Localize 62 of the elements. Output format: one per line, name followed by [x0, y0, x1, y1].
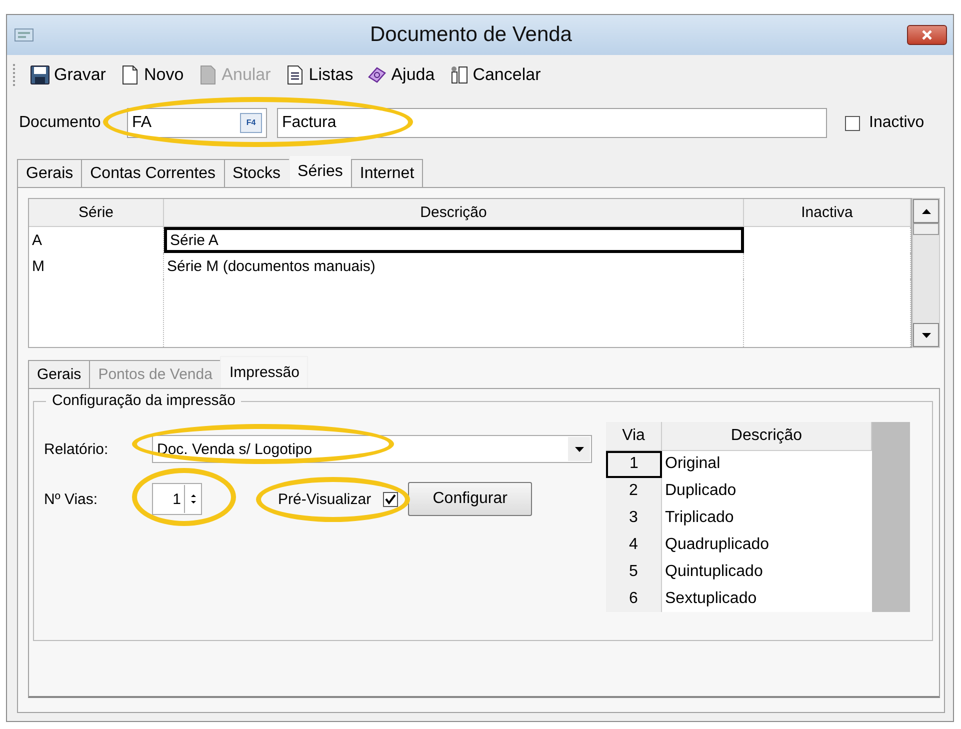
toolbar-button[interactable]: Listas: [282, 65, 356, 85]
tab[interactable]: Gerais: [17, 159, 82, 187]
table-cell: 3: [606, 504, 662, 532]
input-field[interactable]: FA F4: [127, 108, 267, 138]
down-arrow-icon: [922, 332, 930, 338]
column-header: Inactiva: [744, 199, 911, 227]
dropdown-arrow-button[interactable]: [568, 437, 590, 461]
table-cell: Série M (documentos manuais): [164, 253, 744, 279]
table-cell: 1: [606, 450, 662, 478]
toolbar-button[interactable]: Cancelar: [446, 65, 543, 85]
scroll-thumb[interactable]: [913, 223, 939, 235]
table-cell-text: Triplicado: [664, 508, 735, 528]
group-title: Configuração da impressão: [46, 392, 242, 409]
table-cell-text: Original: [664, 454, 722, 474]
configure-button[interactable]: Configurar: [408, 482, 532, 516]
toolbar-button[interactable]: Ajuda: [365, 65, 437, 85]
table-cell-text: Quadruplicado: [664, 534, 770, 555]
scrollbar[interactable]: [912, 198, 940, 348]
app-icon: [13, 26, 35, 44]
table-cell: 5: [606, 558, 662, 586]
tab[interactable]: Gerais: [28, 360, 90, 388]
blank-page-icon: [120, 65, 140, 85]
field-label: Relatório:: [44, 440, 110, 458]
input-field[interactable]: Factura: [277, 108, 827, 138]
scroll-down-button[interactable]: [913, 323, 939, 347]
tab[interactable]: Internet: [350, 159, 424, 187]
checkbox-label: Pré-Visualizar: [278, 490, 372, 508]
spin-arrows-icon: [190, 493, 196, 505]
table-cell-text: Duplicado: [664, 481, 738, 502]
down-arrow-icon: [574, 446, 584, 452]
field-label: Nº Vias:: [44, 490, 99, 508]
tab[interactable]: Impressão: [220, 356, 308, 388]
spin-box[interactable]: 1: [152, 483, 202, 515]
table-cell: 4: [606, 531, 662, 558]
table-cell: M: [29, 253, 164, 279]
tab[interactable]: Séries: [288, 155, 352, 187]
column-header: Descrição: [164, 199, 744, 227]
checkbox[interactable]: [845, 116, 860, 130]
scroll-up-button[interactable]: [913, 199, 939, 223]
table-cell-text: Quintuplicado: [664, 562, 764, 582]
field-label: Documento: [19, 114, 102, 132]
table-cell: A: [29, 227, 164, 253]
person-door-icon: [448, 65, 469, 85]
toolbar-button[interactable]: Gravar: [28, 65, 108, 85]
table-cell-text: Sextuplicado: [664, 588, 758, 609]
toolbar-button[interactable]: Novo: [118, 65, 186, 85]
checkbox[interactable]: [383, 492, 398, 506]
window-title: Documento de Venda: [369, 23, 573, 47]
help-icon: [367, 65, 388, 85]
table-cell: Série A: [164, 227, 744, 253]
close-button[interactable]: [907, 25, 947, 45]
list-page-icon: [284, 65, 305, 85]
close-icon: [921, 30, 933, 40]
table-cell: 2: [606, 478, 662, 505]
lookup-button[interactable]: F4: [240, 113, 262, 133]
up-arrow-icon: [922, 208, 930, 214]
toolbar-grip: [13, 64, 18, 86]
checkbox-label: Inactivo: [869, 114, 924, 132]
table-cell: 6: [606, 585, 662, 612]
column-header: Série: [29, 199, 164, 227]
page-icon: [198, 65, 218, 85]
check-icon: [385, 494, 396, 504]
